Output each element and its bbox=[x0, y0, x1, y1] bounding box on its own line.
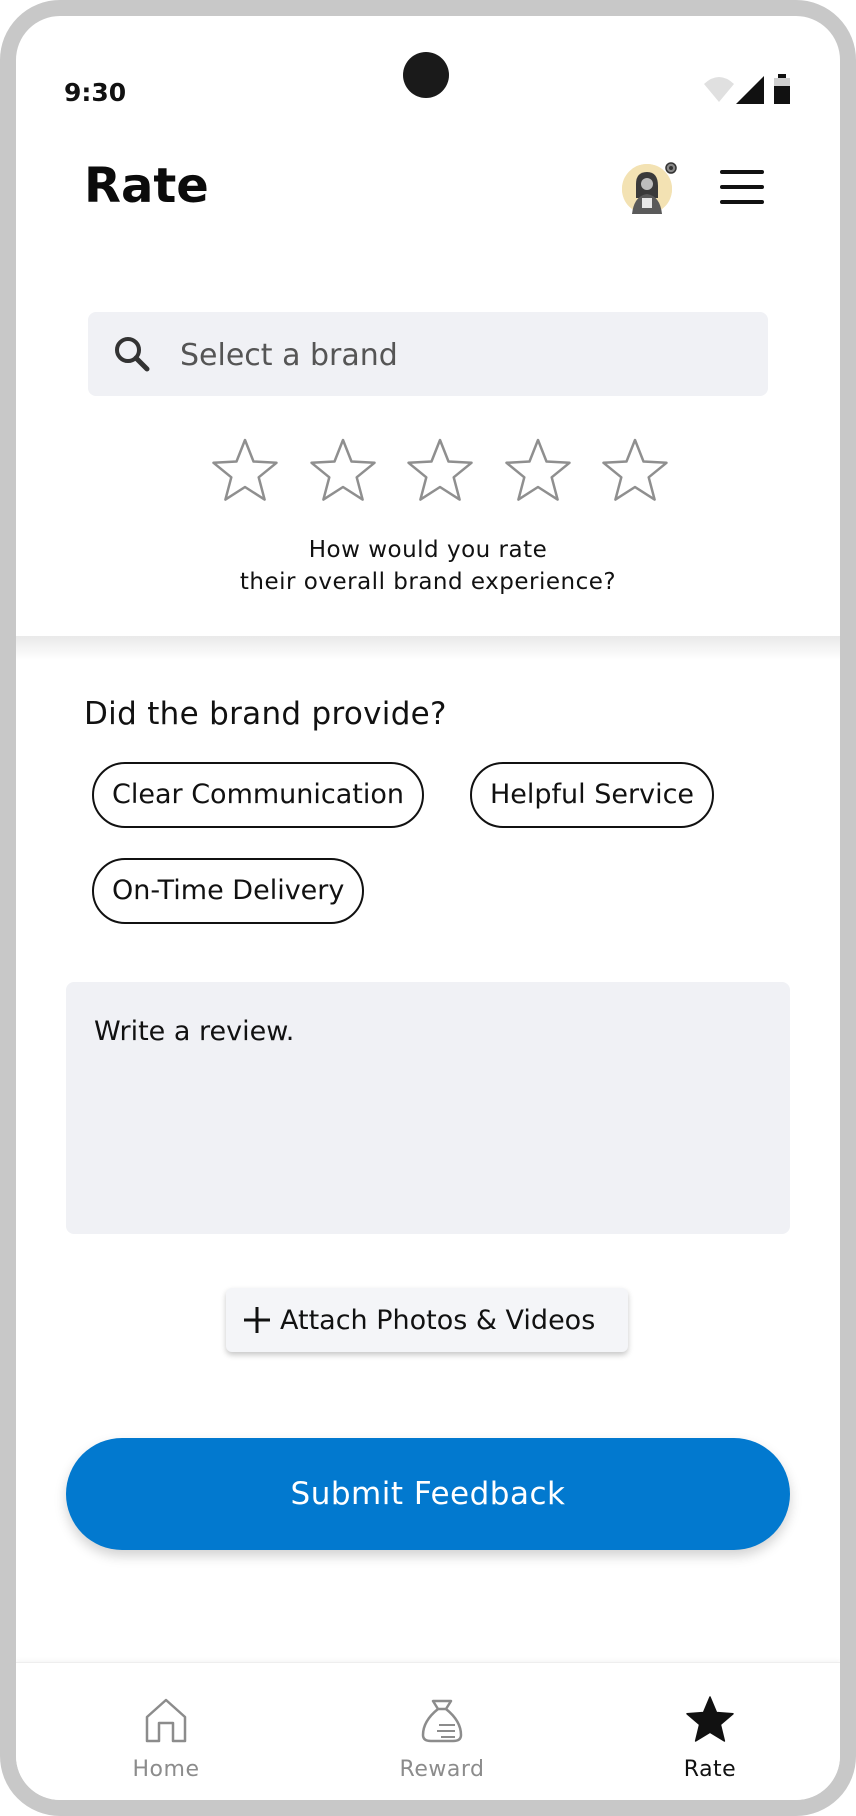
avatar[interactable] bbox=[622, 162, 677, 214]
star-2-icon[interactable] bbox=[308, 436, 378, 506]
star-rating[interactable] bbox=[210, 436, 670, 508]
badge-icon bbox=[665, 162, 677, 174]
status-icons bbox=[704, 74, 790, 104]
star-4-icon[interactable] bbox=[503, 436, 573, 506]
rating-question-line2: their overall brand experience? bbox=[239, 569, 617, 595]
camera-cutout bbox=[403, 52, 449, 98]
star-5-icon[interactable] bbox=[600, 436, 670, 506]
hamburger-icon bbox=[720, 170, 764, 174]
nav-rate[interactable]: Rate bbox=[610, 1663, 810, 1800]
chip-helpful-service[interactable]: Helpful Service bbox=[470, 762, 715, 828]
star-3-icon[interactable] bbox=[405, 436, 475, 506]
attach-label: Attach Photos & Videos bbox=[280, 1304, 596, 1336]
submit-feedback-button[interactable]: Submit Feedback bbox=[66, 1438, 790, 1550]
review-textarea[interactable]: Write a review. bbox=[66, 982, 790, 1234]
nav-home-label: Home bbox=[132, 1757, 200, 1782]
signal-icon bbox=[736, 76, 764, 104]
review-placeholder: Write a review. bbox=[94, 1016, 295, 1047]
bottom-nav: Home Reward Rate bbox=[16, 1662, 840, 1800]
screen: 9:30 Rate Select a brand How would you r… bbox=[16, 16, 840, 1800]
chip-clear-communication[interactable]: Clear Communication bbox=[92, 762, 425, 828]
status-time: 9:30 bbox=[64, 78, 127, 107]
home-icon bbox=[145, 1698, 187, 1743]
nav-reward-label: Reward bbox=[399, 1757, 485, 1782]
menu-button[interactable] bbox=[720, 170, 764, 206]
chip-on-time-delivery[interactable]: On-Time Delivery bbox=[92, 858, 365, 924]
page-title: Rate bbox=[84, 158, 209, 214]
nav-home[interactable]: Home bbox=[66, 1663, 266, 1800]
rating-question: How would you rate their overall brand e… bbox=[16, 534, 840, 598]
rating-question-line1: How would you rate bbox=[308, 537, 548, 563]
provide-heading: Did the brand provide? bbox=[84, 696, 447, 732]
search-icon bbox=[115, 337, 150, 372]
phone-frame: 9:30 Rate Select a brand How would you r… bbox=[0, 0, 856, 1816]
reward-bag-icon bbox=[421, 1699, 463, 1743]
brand-search-input[interactable] bbox=[178, 312, 742, 398]
nav-reward[interactable]: Reward bbox=[342, 1663, 542, 1800]
brand-search-box[interactable] bbox=[88, 312, 768, 398]
attach-media-button[interactable]: Attach Photos & Videos bbox=[226, 1288, 628, 1352]
nav-rate-label: Rate bbox=[683, 1757, 737, 1782]
wifi-icon bbox=[704, 77, 734, 102]
star-icon bbox=[686, 1696, 734, 1742]
plus-icon bbox=[244, 1307, 270, 1333]
battery-icon bbox=[774, 74, 790, 104]
section-divider bbox=[16, 636, 840, 660]
star-1-icon[interactable] bbox=[210, 436, 280, 506]
